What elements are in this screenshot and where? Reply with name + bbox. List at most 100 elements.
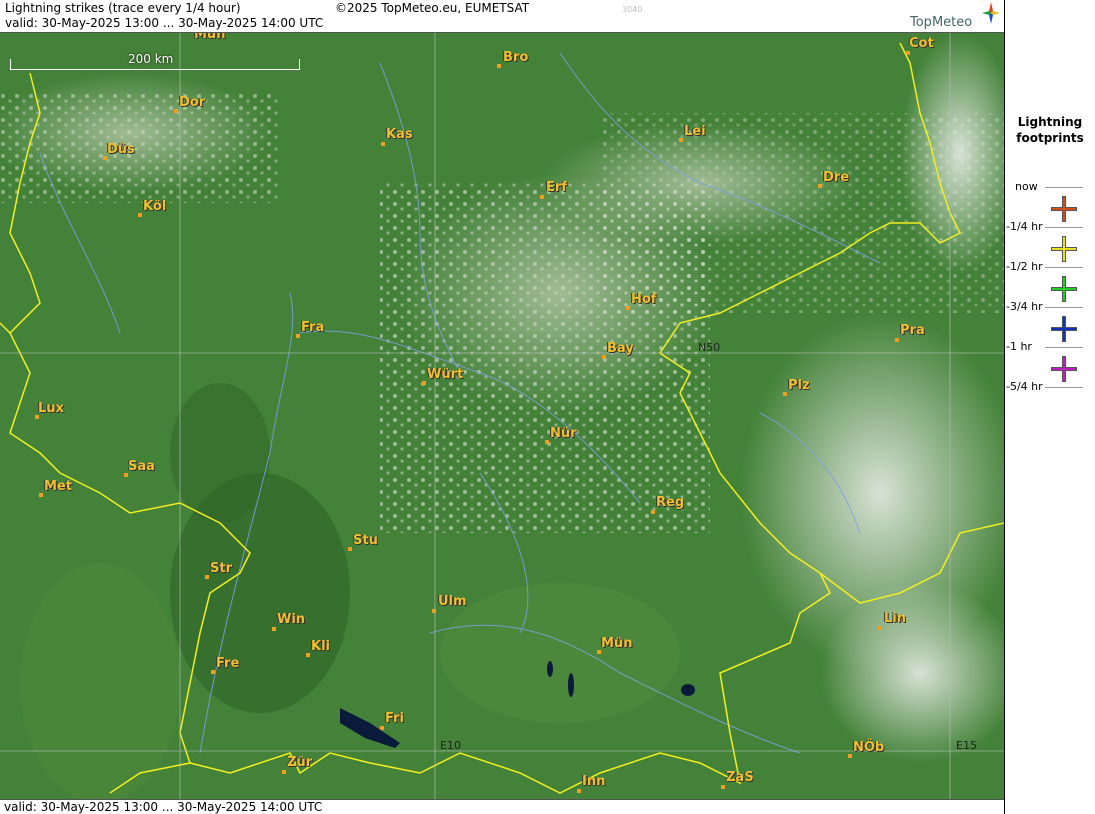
city-label: Nür: [550, 426, 577, 441]
city-label: Fri: [385, 711, 404, 726]
city-label: Pra: [900, 323, 925, 338]
legend-title: Lightning footprints: [1005, 114, 1095, 146]
city-dot: [381, 142, 385, 146]
city-label: Fre: [216, 656, 240, 671]
logo-text: TopMeteo: [910, 15, 973, 30]
city-label: Mün: [194, 33, 226, 42]
city-dot: [877, 626, 881, 630]
lightning-cross-icon: [1051, 316, 1077, 342]
legend-title-line1: Lightning: [1017, 115, 1083, 129]
city-dot: [174, 109, 178, 113]
lightning-cross-icon: [1051, 276, 1077, 302]
legend-divider: [1045, 187, 1083, 188]
city-label: Kas: [386, 127, 413, 142]
legend-divider: [1045, 227, 1083, 228]
legend-label: -3/4 hr: [1006, 300, 1043, 313]
city-label: Reg: [656, 495, 685, 510]
city-label: Dre: [823, 170, 850, 185]
grid-label-e15: E15: [956, 739, 977, 752]
city-label: ZaS: [726, 770, 754, 785]
city-dot: [545, 440, 549, 444]
legend-label: -1/2 hr: [1006, 260, 1043, 273]
city-dot: [721, 785, 725, 789]
city-dot: [205, 575, 209, 579]
city-dot: [895, 338, 899, 342]
city-label: Kli: [311, 639, 330, 654]
city-label: Dor: [179, 95, 206, 110]
topmeteo-logo[interactable]: TopMeteo: [910, 2, 1000, 32]
valid-time-top: valid: 30-May-2025 13:00 ... 30-May-2025…: [5, 16, 324, 30]
city-label: Ulm: [438, 594, 467, 609]
city-dot: [282, 770, 286, 774]
city-label: Fra: [301, 320, 325, 335]
city-dot: [432, 609, 436, 613]
city-label: NÖb: [853, 740, 885, 755]
city-label: Stu: [353, 533, 378, 548]
city-label: Würt: [427, 367, 464, 382]
compass-icon: [982, 2, 1000, 24]
city-label: Düs: [107, 142, 135, 157]
city-dot: [380, 726, 384, 730]
city-label: Lin: [884, 611, 906, 626]
lightning-cross-icon: [1051, 356, 1077, 382]
map-title: Lightning strikes (trace every 1/4 hour): [5, 1, 241, 15]
city-dot: [848, 754, 852, 758]
city-label: Inn: [582, 774, 606, 789]
satellite-map[interactable]: 200 km N50 E10 E15 Mün Bro Cot Dor Kas L…: [0, 33, 1004, 799]
lightning-cross-icon: [1051, 196, 1077, 222]
city-dot: [651, 510, 655, 514]
legend-row: -5/4 hr: [1005, 380, 1095, 426]
map-header: Lightning strikes (trace every 1/4 hour)…: [0, 0, 1004, 33]
city-dot: [272, 627, 276, 631]
city-dot: [783, 392, 787, 396]
city-label: Zür: [287, 755, 313, 770]
legend-label: -1/4 hr: [1006, 220, 1043, 233]
city-label: Köl: [143, 199, 167, 214]
city-label: Hof: [631, 292, 657, 307]
city-dot: [540, 195, 544, 199]
map-footer: valid: 30-May-2025 13:00 ... 30-May-2025…: [0, 799, 1004, 814]
map-canvas: [0, 33, 1004, 799]
city-dot: [348, 547, 352, 551]
legend-label: -1 hr: [1006, 340, 1032, 353]
city-dot: [211, 670, 215, 674]
city-dot: [296, 334, 300, 338]
city-dot: [497, 64, 501, 68]
city-dot: [906, 51, 910, 55]
city-dot: [39, 493, 43, 497]
legend-divider: [1045, 347, 1083, 348]
legend-divider: [1045, 267, 1083, 268]
city-dot: [138, 213, 142, 217]
city-label: Bay: [607, 341, 634, 356]
legend-label: now: [1015, 180, 1038, 193]
city-dot: [626, 306, 630, 310]
city-label: Lei: [684, 124, 706, 139]
scale-label: 200 km: [128, 52, 174, 66]
city-label: Erf: [546, 180, 567, 195]
city-label: Str: [210, 561, 232, 576]
city-label: Cot: [909, 36, 934, 51]
product-code: 3040: [622, 5, 643, 14]
copyright: ©2025 TopMeteo.eu, EUMETSAT: [335, 1, 530, 15]
city-label: Lux: [38, 401, 64, 416]
city-dot: [679, 138, 683, 142]
grid-label-n50: N50: [698, 341, 721, 354]
city-dot: [422, 381, 426, 385]
city-dot: [577, 789, 581, 793]
city-label: Met: [44, 479, 72, 494]
legend-divider: [1045, 307, 1083, 308]
city-label: Plz: [788, 378, 810, 393]
city-dot: [306, 653, 310, 657]
legend-panel: Lightning footprints now -1/4 hr -1/2 hr -3…: [1004, 0, 1095, 814]
grid-label-e10: E10: [440, 739, 461, 752]
city-dot: [818, 184, 822, 188]
legend-label: -5/4 hr: [1006, 380, 1043, 393]
city-label: Mün: [601, 636, 633, 651]
city-label: Saa: [128, 459, 155, 474]
city-label: Bro: [503, 50, 529, 65]
city-dot: [602, 355, 606, 359]
legend-title-line2: footprints: [1016, 131, 1084, 145]
city-label: Win: [277, 612, 306, 627]
lightning-cross-icon: [1051, 236, 1077, 262]
legend-divider: [1045, 387, 1083, 388]
